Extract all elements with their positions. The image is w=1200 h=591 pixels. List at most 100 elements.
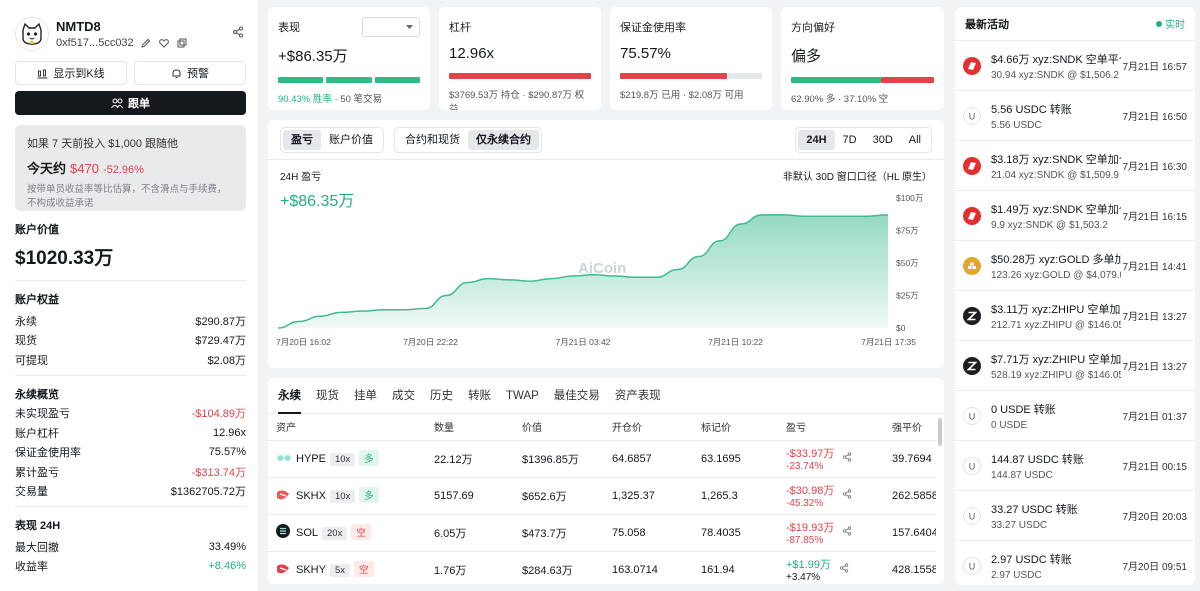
heart-icon[interactable]: [158, 37, 170, 49]
activity-title: 2.97 USDC 转账: [991, 553, 1072, 566]
position-tab[interactable]: 现货: [316, 378, 339, 414]
metric-tabs: 盈亏 账户价值: [280, 126, 384, 153]
position-row[interactable]: HYPE 10x 多 22.12万 $1396.85万 64.6857 63.1695 -$3…: [268, 440, 936, 478]
asset-cell: SKHX 10x 多: [268, 477, 434, 515]
perp-overview-value: 75.57%: [208, 446, 246, 459]
activity-time: 7月21日 16:50: [1122, 112, 1188, 123]
leverage-sub: $3769.53万 持仓 · $290.87万 权益: [449, 90, 585, 110]
activity-item[interactable]: $3.11万 xyz:ZHIPU 空单加仓 212.71 xyz:ZHIPU @ …: [955, 291, 1195, 341]
performance-range-select[interactable]: [362, 17, 420, 37]
asset-cell: HYPE 10x 多: [268, 440, 434, 478]
range-30d[interactable]: 30D: [865, 130, 901, 150]
chevron-down-icon: [406, 24, 413, 29]
sndk-icon: [963, 206, 981, 225]
position-tabs: 永续 现货 挂单 成交 历史 转账 TWAP 最佳交易 资产表现: [268, 378, 944, 414]
leverage-card: 杠杆 12.96x $3769.53万 持仓 · $290.87万 权益: [439, 7, 601, 110]
leverage-title: 杠杆: [449, 22, 471, 34]
mark-value: 1,265.3: [701, 489, 738, 502]
activity-item[interactable]: $7.71万 xyz:ZHIPU 空单加仓 528.19 xyz:ZHIPU @ …: [955, 341, 1195, 391]
x-tick-label: 7月21日 17:35: [861, 337, 916, 347]
activity-detail: 528.19 xyz:ZHIPU @ $146.05: [991, 369, 1121, 381]
share-icon[interactable]: [842, 452, 852, 465]
position-tab[interactable]: 永续: [278, 378, 301, 414]
share-icon[interactable]: [842, 489, 852, 502]
activity-time: 7月21日 13:27: [1122, 312, 1188, 323]
range-all[interactable]: All: [901, 130, 929, 150]
share-icon[interactable]: [839, 563, 849, 576]
range-24h[interactable]: 24H: [798, 129, 835, 150]
activity-item[interactable]: $1.49万 xyz:SNDK 空单加仓 9.9 xyz:SNDK @ $1,50…: [955, 191, 1195, 241]
activity-item[interactable]: $50.28万 xyz:GOLD 多单加仓 123.26 xyz:GOLD @ $…: [955, 241, 1195, 291]
activity-item[interactable]: $3.18万 xyz:SNDK 空单加仓 21.04 xyz:SNDK @ $1,…: [955, 141, 1195, 191]
svg-text:U: U: [969, 111, 976, 121]
qty-value: 5157.69: [434, 489, 474, 502]
position-tab[interactable]: 资产表现: [615, 378, 661, 414]
edit-icon[interactable]: [140, 37, 152, 49]
activity-item[interactable]: U 144.87 USDC 转账 144.87 USDC 7月21日 00:15: [955, 441, 1195, 491]
position-tab[interactable]: 挂单: [354, 378, 377, 414]
position-tab[interactable]: 转账: [468, 378, 491, 414]
alert-button[interactable]: 预警: [134, 61, 246, 85]
perp-overview-label: 交易量: [15, 486, 48, 499]
tab-perp-only[interactable]: 仅永续合约: [468, 129, 539, 150]
perf24-value: 33.49%: [208, 540, 246, 553]
account-value: $1020.33万: [15, 248, 114, 269]
value-value: $652.6万: [522, 490, 567, 503]
pnl-cell: -$30.98万 -45.32%: [786, 477, 892, 515]
tab-contract-spot[interactable]: 合约和现货: [397, 130, 468, 150]
mark-cell: 63.1695: [701, 440, 786, 478]
y-tick-label: $0: [896, 323, 906, 333]
mark-cell: 161.94: [701, 551, 786, 584]
range-7d[interactable]: 7D: [835, 130, 865, 150]
winrate-bar: [278, 77, 420, 83]
pnl-value: -$30.98万: [786, 485, 835, 497]
qty-cell: 5157.69: [434, 477, 522, 515]
asset-cell: SKHY 5x 空: [268, 551, 434, 584]
activity-item[interactable]: U 5.56 USDC 转账 5.56 USDC 7月21日 16:50: [955, 91, 1195, 141]
liq-value: 262.5858: [892, 489, 936, 502]
activity-item[interactable]: $4.66万 xyz:SNDK 空单平仓 30.94 xyz:SNDK @ $1,…: [955, 41, 1195, 91]
entry-value: 163.0714: [612, 563, 658, 576]
tab-pnl[interactable]: 盈亏: [283, 129, 321, 150]
qty-value: 1.76万: [434, 564, 467, 577]
zhipu-icon: [963, 356, 981, 375]
value-cell: $473.7万: [522, 514, 612, 552]
activity-time: 7月21日 16:57: [1122, 62, 1188, 73]
share-icon[interactable]: [232, 26, 244, 38]
pnl-pct: -23.74%: [786, 461, 824, 472]
position-tab[interactable]: 成交: [392, 378, 415, 414]
activity-detail: 9.9 xyz:SNDK @ $1,503.2: [991, 219, 1108, 231]
y-tick-label: $75万: [896, 226, 919, 236]
activity-title: $3.11万 xyz:ZHIPU 空单加仓: [991, 303, 1121, 316]
share-icon[interactable]: [842, 526, 852, 539]
copy-icon[interactable]: [176, 37, 188, 49]
leverage-tag: 20x: [322, 526, 348, 540]
activity-item[interactable]: U 33.27 USDC 转账 33.27 USDC 7月20日 20:03: [955, 491, 1195, 541]
perf24-value: +8.46%: [208, 560, 246, 573]
activity-item[interactable]: U 0 USDE 转账 0 USDE 7月21日 01:37: [955, 391, 1195, 441]
activity-item[interactable]: U 2.97 USDC 转账 2.97 USDC 7月20日 09:51: [955, 541, 1195, 585]
position-row[interactable]: SKHY 5x 空 1.76万 $284.63万 163.0714 161.94 +$1.99…: [268, 551, 936, 584]
position-row[interactable]: SOL 20x 空 6.05万 $473.7万 75.058 78.4035 -$19.93万…: [268, 514, 936, 552]
position-row[interactable]: SKHX 10x 多 5157.69 $652.6万 1,325.37 1,265.3 -$3…: [268, 477, 936, 515]
range-tabs: 24H 7D 30D All: [795, 126, 932, 153]
mark-cell: 78.4035: [701, 514, 786, 552]
copy-trade-button[interactable]: 跟单: [15, 91, 246, 115]
perp-overview-title: 永续概览: [15, 388, 59, 401]
qty-value: 6.05万: [434, 527, 467, 540]
activity-detail: 33.27 USDC: [991, 519, 1048, 531]
equity-row: 永续 $290.87万: [15, 311, 246, 331]
position-tab[interactable]: TWAP: [506, 378, 539, 414]
position-tab[interactable]: 历史: [430, 378, 453, 414]
equity-row: 现货 $729.47万: [15, 331, 246, 351]
scope-tabs: 合约和现货 仅永续合约: [394, 126, 542, 153]
winrate: 90.43% 胜率: [278, 94, 332, 105]
pnl-value: -$19.93万: [786, 522, 835, 534]
perf24-row: 收益率 +8.46%: [15, 557, 246, 577]
positions-scrollbar[interactable]: [938, 418, 942, 446]
mark-value: 63.1695: [701, 452, 741, 465]
position-tab[interactable]: 最佳交易: [554, 378, 600, 414]
show-on-kline-button[interactable]: 显示到K线: [15, 61, 127, 85]
today-amount: $470: [70, 161, 99, 176]
tab-account-value[interactable]: 账户价值: [321, 130, 381, 150]
